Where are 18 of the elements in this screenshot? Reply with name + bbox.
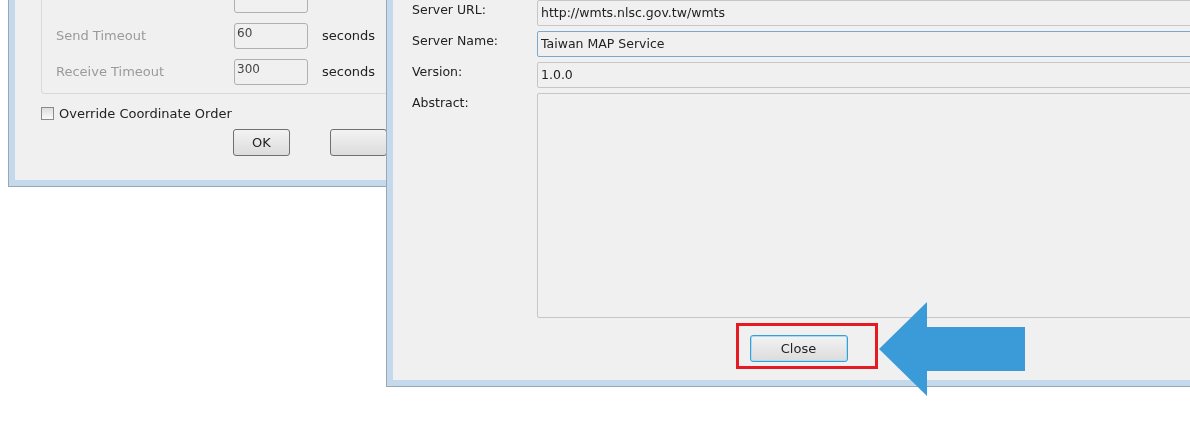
input-field[interactable]: http://wmts.nlsc.gov.tw/wmts [537,0,1190,26]
close-button[interactable]: Close [749,335,848,362]
dialog-button[interactable] [330,129,387,156]
field-label: Send Timeout [56,28,147,43]
unit-label: seconds [322,28,376,43]
checkbox-label: Override Coordinate Order [59,106,232,121]
field-label: Server Name: [412,32,500,48]
field-label: Receive Timeout [56,64,166,79]
arrow-icon [879,302,1025,396]
checkbox[interactable] [41,107,54,120]
field-label: Version: [412,63,464,79]
unit-label: seconds [322,64,376,79]
field-label: Abstract: [412,94,470,110]
input-field[interactable]: 1.0.0 [537,62,1190,88]
field-label: Server URL: [412,1,487,17]
input-field[interactable] [537,93,1190,318]
ok-button[interactable]: OK [233,129,290,156]
input-field[interactable]: Taiwan MAP Service [537,31,1190,57]
